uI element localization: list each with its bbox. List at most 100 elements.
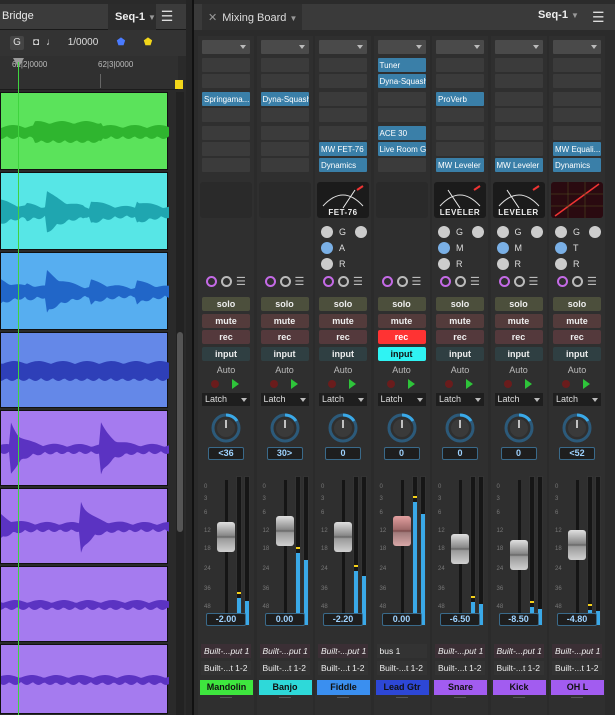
record-arm-button[interactable]: rec	[436, 330, 484, 344]
solo-button[interactable]: solo	[377, 297, 426, 311]
track-name[interactable]: Kick	[492, 680, 546, 695]
insert-slot[interactable]	[377, 108, 426, 122]
insert-slot[interactable]	[319, 108, 367, 122]
input-monitor-button[interactable]: input	[494, 347, 543, 361]
insert-dropdown[interactable]	[377, 40, 426, 54]
insert-slot[interactable]	[260, 74, 309, 88]
list-icon[interactable]: ☰	[587, 275, 597, 288]
power-icon[interactable]	[440, 276, 451, 287]
input-monitor-button[interactable]: input	[260, 347, 309, 361]
volume-value[interactable]: 0.00	[381, 613, 422, 626]
track-name[interactable]: Snare	[434, 680, 487, 695]
output-select[interactable]: Built-...t 1-2	[493, 661, 544, 675]
insert-slot[interactable]: MW Leveler	[436, 158, 484, 172]
output-select[interactable]: Built-...t 1-2	[435, 661, 485, 675]
input-select[interactable]: Built-...put 1	[259, 644, 310, 658]
record-arm-button[interactable]: rec	[260, 330, 309, 344]
pan-knob[interactable]	[327, 412, 359, 444]
pan-value[interactable]: <52	[559, 447, 595, 460]
list-icon[interactable]: ☰	[470, 275, 480, 288]
yellow-marker-icon[interactable]: ⬟	[143, 36, 153, 50]
solo-button[interactable]: solo	[319, 297, 367, 311]
insert-dropdown[interactable]	[436, 40, 484, 54]
insert-slot[interactable]: Springama...	[202, 92, 250, 106]
grid-toggle-button[interactable]: G	[10, 36, 24, 50]
loop-marker-icon[interactable]	[175, 80, 183, 89]
plugin-display[interactable]: FET-76	[317, 182, 369, 218]
input-monitor-button[interactable]: input	[377, 347, 426, 361]
insert-slot[interactable]	[202, 158, 250, 172]
clock-icon[interactable]	[513, 276, 525, 287]
mute-button[interactable]: mute	[553, 314, 601, 328]
insert-dropdown[interactable]	[494, 40, 543, 54]
insert-slot[interactable]	[553, 126, 601, 140]
track-name[interactable]: Lead Gtr	[375, 680, 429, 695]
plugin-display[interactable]: LEVELER	[492, 182, 545, 218]
quantize-value[interactable]: 1/0000	[66, 36, 100, 50]
note-value-icon[interactable]: ♩	[46, 36, 56, 50]
solo-button[interactable]: solo	[260, 297, 309, 311]
insert-slot[interactable]: MW Equali...	[553, 142, 601, 156]
mute-button[interactable]: mute	[436, 314, 484, 328]
sequence-selector[interactable]: Seq-1 ▼	[108, 4, 156, 30]
automation-mode-select[interactable]: Latch	[260, 393, 309, 406]
plugin-knob[interactable]	[321, 258, 333, 270]
plugin-knob[interactable]	[496, 242, 509, 254]
automation-mode-select[interactable]: Latch	[319, 393, 367, 406]
output-select[interactable]: Built-...t 1-2	[259, 661, 310, 675]
plugin-knob[interactable]	[438, 226, 450, 238]
solo-button[interactable]: solo	[202, 297, 250, 311]
insert-slot[interactable]: Dynamics	[553, 158, 601, 172]
track-name[interactable]: OH L	[551, 680, 604, 695]
input-select[interactable]: Built-...put 1	[318, 644, 368, 658]
plugin-knob[interactable]	[438, 242, 450, 254]
hamburger-icon[interactable]: ☰	[592, 9, 605, 26]
plugin-display[interactable]	[200, 182, 252, 218]
track-name[interactable]: Mandolin	[200, 680, 253, 695]
clock-icon[interactable]	[338, 276, 349, 287]
volume-fader[interactable]	[275, 516, 294, 546]
list-icon[interactable]: ☰	[295, 275, 305, 288]
insert-slot[interactable]	[494, 58, 543, 72]
output-select[interactable]: Built-...t 1-2	[552, 661, 602, 675]
input-select[interactable]: Built-...put 1	[201, 644, 251, 658]
automation-mode-select[interactable]: Latch	[436, 393, 484, 406]
track-lane[interactable]	[0, 252, 169, 330]
output-select[interactable]: Built-...t 1-2	[318, 661, 368, 675]
plugin-knob[interactable]	[530, 226, 543, 238]
insert-slot[interactable]	[436, 142, 484, 156]
volume-fader[interactable]	[217, 522, 235, 552]
automation-record-icon[interactable]	[328, 380, 336, 388]
track-name[interactable]: Fiddle	[317, 680, 370, 695]
pan-knob[interactable]	[386, 412, 418, 444]
automation-mode-select[interactable]: Latch	[202, 393, 250, 406]
plugin-knob[interactable]	[355, 226, 367, 238]
plugin-knob[interactable]	[555, 258, 567, 270]
plugin-knob[interactable]	[555, 242, 567, 254]
insert-slot[interactable]	[494, 74, 543, 88]
insert-slot[interactable]	[553, 92, 601, 106]
power-icon[interactable]	[323, 276, 334, 287]
automation-play-icon[interactable]	[524, 379, 532, 389]
output-select[interactable]: Built-...t 1-2	[376, 661, 427, 675]
insert-slot[interactable]: Live Room G	[377, 142, 426, 156]
input-select[interactable]: Built-...put 1	[435, 644, 485, 658]
input-monitor-button[interactable]: input	[553, 347, 601, 361]
insert-slot[interactable]	[494, 142, 543, 156]
clock-icon[interactable]	[455, 276, 466, 287]
list-icon[interactable]: ☰	[353, 275, 363, 288]
pan-value[interactable]: 0	[500, 447, 537, 460]
input-select[interactable]: bus 1	[376, 644, 427, 658]
hamburger-icon[interactable]: ☰	[158, 9, 176, 25]
plugin-knob[interactable]	[472, 226, 484, 238]
volume-fader[interactable]	[451, 534, 469, 564]
insert-slot[interactable]: Tuner	[377, 58, 426, 72]
clock-icon[interactable]	[572, 276, 583, 287]
plugin-display[interactable]	[258, 182, 311, 218]
pan-knob[interactable]	[561, 412, 593, 444]
vertical-scrollbar[interactable]	[176, 92, 184, 715]
insert-slot[interactable]	[260, 158, 309, 172]
automation-play-icon[interactable]	[407, 379, 415, 389]
insert-dropdown[interactable]	[553, 40, 601, 54]
insert-slot[interactable]	[202, 126, 250, 140]
